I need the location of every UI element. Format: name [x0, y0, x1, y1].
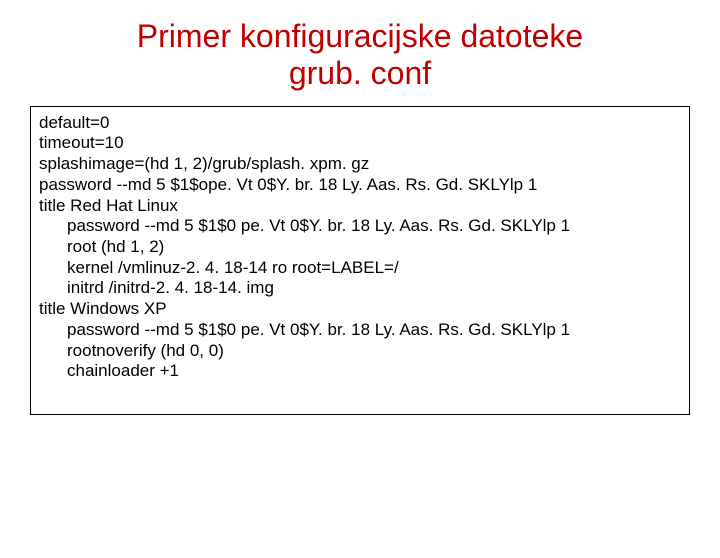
config-line: password --md 5 $1$0 pe. Vt 0$Y. br. 18 … [39, 320, 681, 341]
config-line: rootnoverify (hd 0, 0) [39, 341, 681, 362]
config-line: splashimage=(hd 1, 2)/grub/splash. xpm. … [39, 154, 681, 175]
config-file-box: default=0 timeout=10 splashimage=(hd 1, … [30, 106, 690, 416]
config-line: root (hd 1, 2) [39, 237, 681, 258]
config-line: title Windows XP [39, 299, 681, 320]
title-line-1: Primer konfiguracijske datoteke [137, 18, 583, 54]
config-line: password --md 5 $1$ope. Vt 0$Y. br. 18 L… [39, 175, 681, 196]
config-line: default=0 [39, 113, 681, 134]
config-line: title Red Hat Linux [39, 196, 681, 217]
title-line-2: grub. conf [289, 55, 431, 91]
config-line: initrd /initrd-2. 4. 18-14. img [39, 278, 681, 299]
config-line: chainloader +1 [39, 361, 681, 382]
config-line: timeout=10 [39, 133, 681, 154]
config-line: kernel /vmlinuz-2. 4. 18-14 ro root=LABE… [39, 258, 681, 279]
slide-title: Primer konfiguracijske datoteke grub. co… [40, 18, 680, 92]
config-line: password --md 5 $1$0 pe. Vt 0$Y. br. 18 … [39, 216, 681, 237]
